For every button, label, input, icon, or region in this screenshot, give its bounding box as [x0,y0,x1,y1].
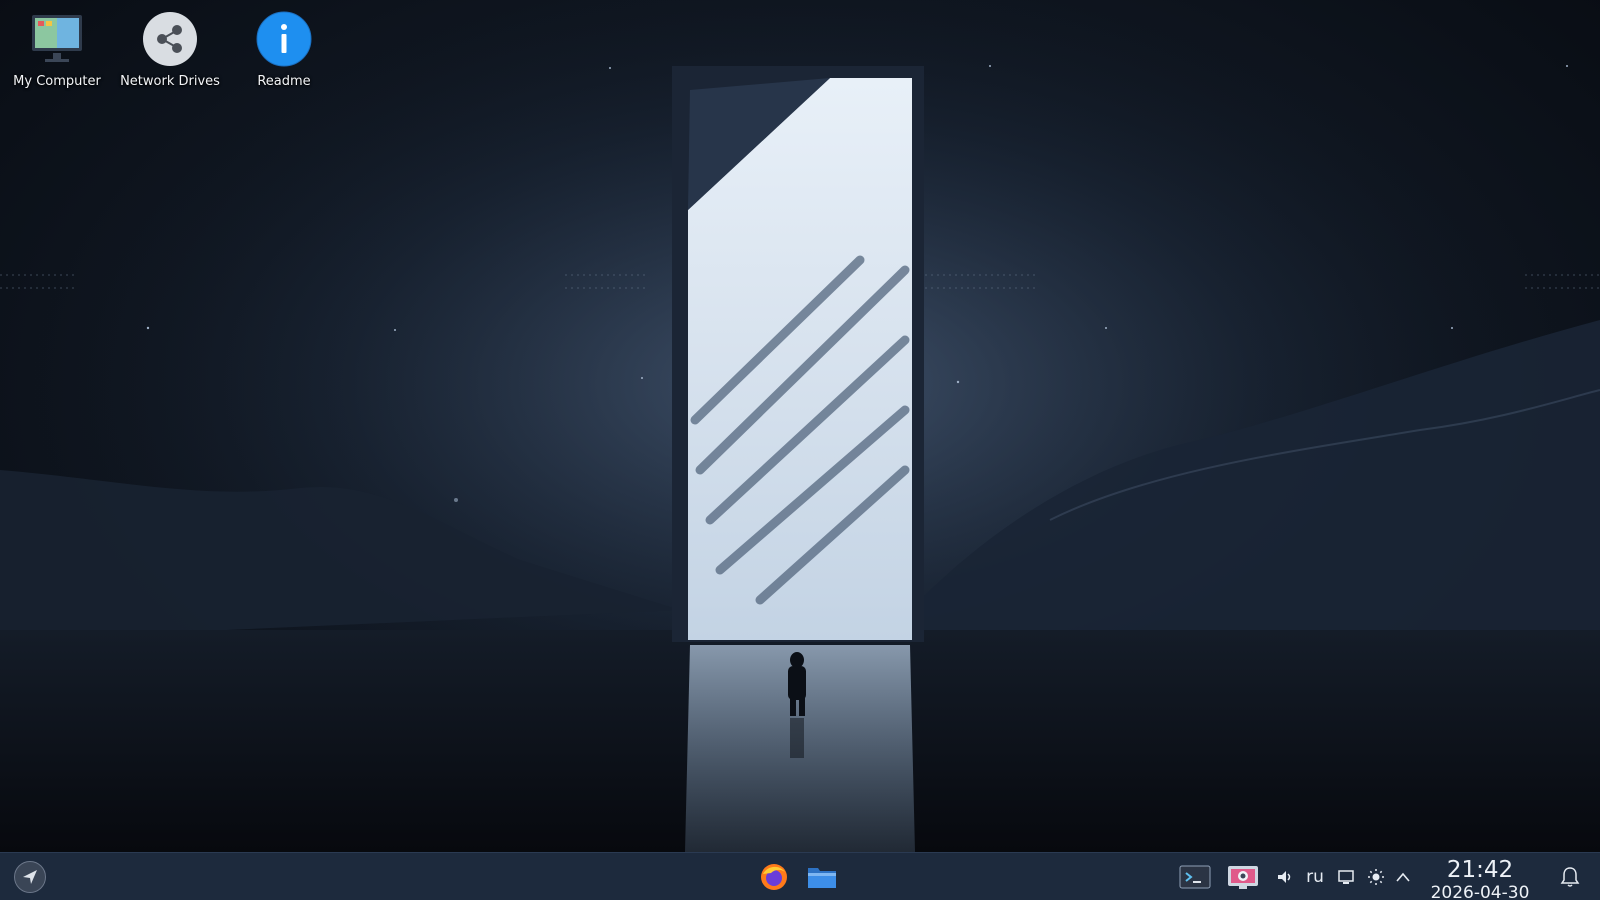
digital-clock[interactable]: 21:42 2026-04-30 [1416,857,1544,903]
wallpaper [0,0,1600,852]
screenshot-icon [1228,866,1258,889]
volume-tray-button[interactable] [1274,863,1296,891]
clock-date: 2026-04-30 [1430,883,1530,903]
display-tray-button[interactable] [1335,863,1357,891]
clock-time: 21:42 [1446,857,1514,883]
desktop-icon-my-computer[interactable]: My Computer [2,10,112,89]
chevron-up-icon [1396,872,1410,882]
keyboard-layout-button[interactable]: ru [1303,863,1327,891]
info-icon [255,10,313,68]
display-icon [1338,870,1354,884]
bell-icon [1560,867,1580,887]
app-launcher-button[interactable] [14,861,46,893]
firefox-task-button[interactable] [758,861,790,893]
network-share-icon [141,10,199,68]
show-hidden-icons-button[interactable] [1392,863,1414,891]
desktop-icon-label: My Computer [13,74,101,89]
notifications-button[interactable] [1558,863,1582,891]
desktop[interactable]: My Computer Network Drives Readme [0,0,1600,852]
volume-icon [1278,871,1291,883]
app-launcher-icon [23,870,37,884]
brightness-tray-button[interactable] [1365,863,1387,891]
desktop-icon-label: Network Drives [120,74,220,89]
screenshot-tray-button[interactable] [1226,863,1260,891]
file-manager-task-button[interactable] [806,861,838,893]
desktop-icon-readme[interactable]: Readme [229,10,339,89]
terminal-tray-button[interactable] [1178,863,1212,891]
desktop-icon-network-drives[interactable]: Network Drives [115,10,225,89]
file-manager-icon [808,868,836,888]
brightness-icon [1368,869,1384,885]
taskbar: ru 21:42 2026-04-30 [0,852,1600,903]
computer-icon [28,10,86,68]
firefox-icon [761,864,787,890]
desktop-icon-label: Readme [257,74,311,89]
terminal-icon [1179,865,1211,889]
